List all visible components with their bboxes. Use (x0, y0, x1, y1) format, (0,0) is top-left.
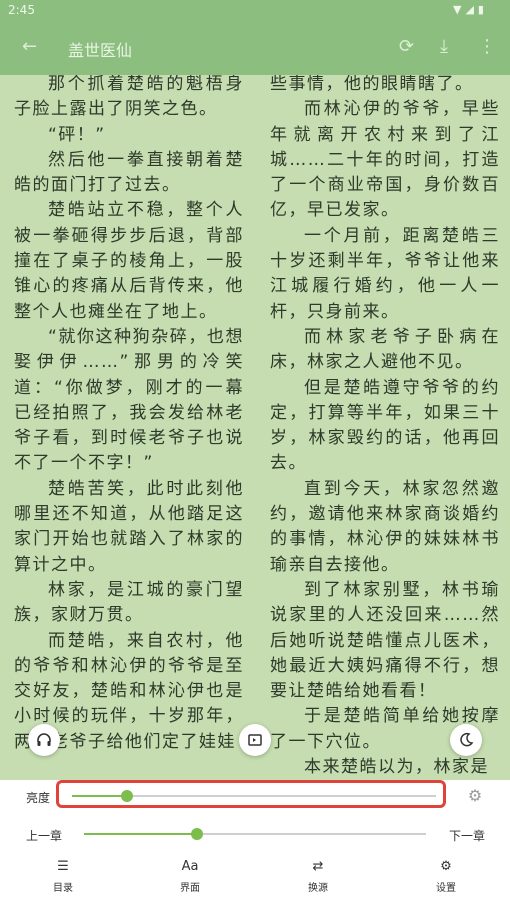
font-icon: Aa (181, 859, 199, 874)
nav-interface-label: 界面 (180, 883, 200, 894)
auto-brightness-icon[interactable]: ⚙ (466, 787, 484, 805)
toc-icon: ☰ (57, 859, 69, 874)
brightness-label: 亮度 (26, 791, 51, 805)
paragraph: 本来楚皓以为，林家是 (304, 757, 489, 778)
auto-page-icon[interactable] (239, 724, 271, 756)
paragraph: 而林家老爷子卧病在床，林家之人避他不见。 (270, 326, 500, 373)
paragraph: “砰！” (48, 124, 106, 145)
nav-switch-source[interactable]: ⇄ 换源 (288, 858, 348, 894)
nav-switch-source-label: 换源 (308, 883, 328, 894)
status-time: 2:45 (8, 3, 35, 17)
switch-source-icon: ⇄ (312, 859, 324, 874)
status-bar: 2:45 ▼◢▮ (0, 0, 510, 22)
paragraph: 楚皓苦笑，此时此刻他哪里还不知道，从他踏足这家门开始也就踏入了林家的算计之中。 (14, 478, 244, 575)
more-vert-icon[interactable]: ⋮ (478, 36, 496, 57)
paragraph: “就你这种狗杂碎，也想娶伊伊……”那男的冷笑道：“你做梦，刚才的一幕已经拍照了，… (14, 326, 244, 474)
paragraph: 楚皓站立不稳，整个人被一拳砸得步步后退，背部撞在了桌子的棱角上，一股锥心的疼痛从… (14, 200, 244, 322)
nav-settings-label: 设置 (436, 883, 456, 894)
nav-toc[interactable]: ☰ 目录 (33, 858, 93, 894)
nav-settings[interactable]: ⚙ 设置 (416, 858, 476, 894)
status-icons: ▼◢▮ (453, 3, 488, 16)
brightness-slider-thumb[interactable] (121, 790, 133, 802)
gear-icon: ⚙ (440, 859, 452, 874)
book-title: 盖世医仙 (68, 41, 133, 60)
nav-toc-label: 目录 (53, 883, 73, 894)
top-app-bar: 2:45 ▼◢▮ ← 盖世医仙 ⟳ ⤓ ⋮ (0, 0, 510, 75)
headphones-icon[interactable] (28, 724, 60, 756)
download-icon[interactable]: ⤓ (440, 36, 448, 57)
system-nav-bar (0, 900, 510, 907)
paragraph: 到了林家别墅，林书瑜说家里的人还没回来……然后她听说楚皓懂点儿医术，她最近大姨妈… (270, 579, 500, 702)
paragraph: 然后他一拳直接朝着楚皓的面门打了过去。 (14, 149, 244, 196)
chapter-progress-thumb[interactable] (191, 828, 203, 840)
brightness-highlight (56, 780, 446, 808)
brightness-slider-fill (72, 795, 127, 797)
paragraph: 直到今天，林家忽然邀约，邀请他来林家商谈婚约的事情，林沁伊的妹妹林书瑜亲自去接他… (270, 478, 500, 575)
paragraph: 但是楚皓遵守爷爷的约定，打算等半年，如果三十岁，林家毁约的话，他再回去。 (270, 377, 500, 474)
paragraph: 一个月前，距离楚皓三十岁还剩半年，爷爷让他来江城履行婚约，他一人一杆，只身前来。 (270, 225, 500, 322)
prev-chapter-button[interactable]: 上一章 (26, 827, 62, 844)
chapter-progress-fill (84, 833, 197, 835)
text-column-right: 些事情，他的眼睛瞎了。 而林沁伊的爷爷，早些年就离开农村来到了江城……二十年的时… (270, 72, 500, 780)
reader-page[interactable]: 那个抓着楚皓的魁梧身子脸上露出了阴笑之色。 “砰！” 然后他一拳直接朝着楚皓的面… (0, 0, 510, 780)
text-column-left: 那个抓着楚皓的魁梧身子脸上露出了阴笑之色。 “砰！” 然后他一拳直接朝着楚皓的面… (14, 72, 244, 755)
paragraph: 林家，是江城的豪门望族，家财万贯。 (14, 579, 244, 626)
paragraph: 些事情，他的眼睛瞎了。 (270, 74, 474, 94)
next-chapter-button[interactable]: 下一章 (449, 827, 485, 844)
back-arrow-icon[interactable]: ← (22, 36, 37, 57)
refresh-icon[interactable]: ⟳ (399, 36, 414, 57)
paragraph: 那个抓着楚皓的魁梧身子脸上露出了阴笑之色。 (14, 74, 244, 120)
paragraph: 而林沁伊的爷爷，早些年就离开农村来到了江城……二十年的时间，打造了一个商业帝国，… (270, 99, 500, 221)
moon-icon[interactable] (450, 724, 482, 756)
nav-interface[interactable]: Aa 界面 (160, 858, 220, 894)
